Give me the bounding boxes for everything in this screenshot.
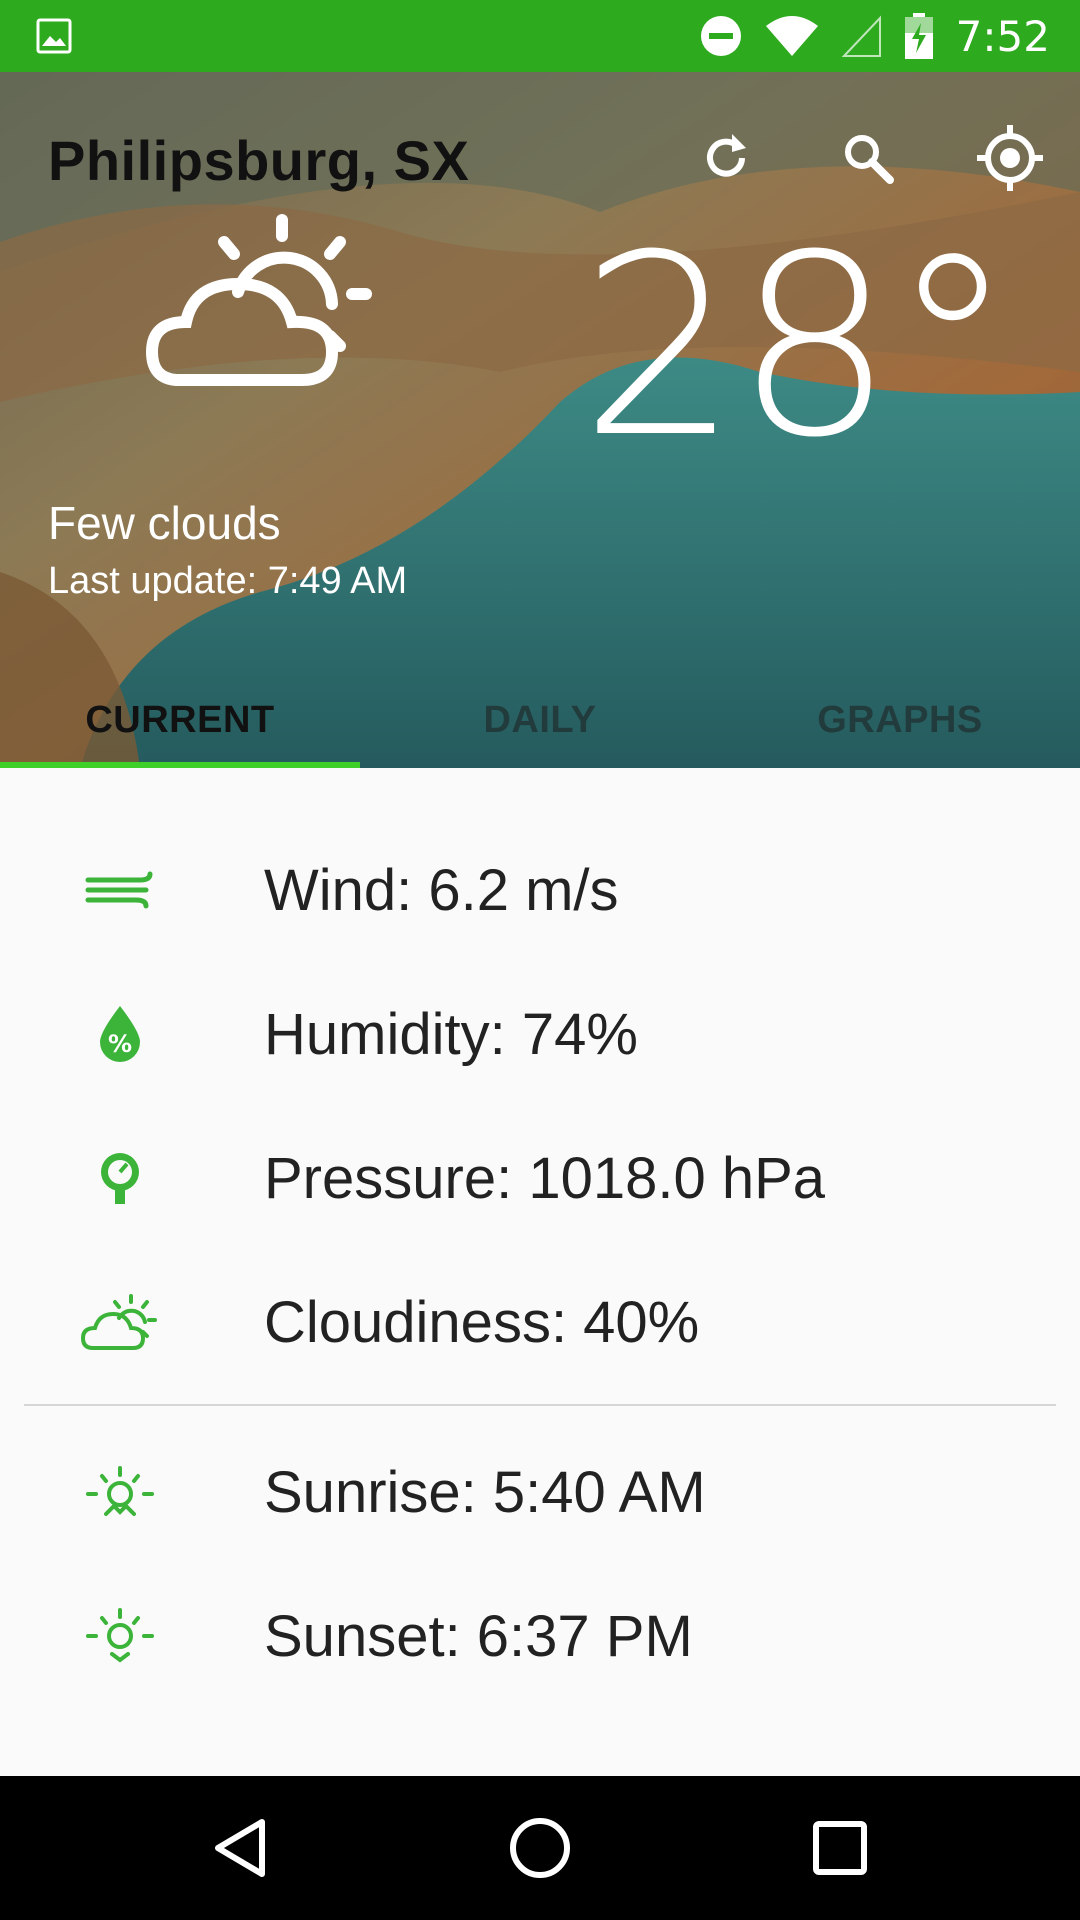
recents-button[interactable] bbox=[804, 1812, 876, 1884]
home-button[interactable] bbox=[504, 1812, 576, 1884]
back-icon bbox=[215, 1819, 265, 1877]
search-icon bbox=[845, 135, 894, 184]
sunset-row: Sunset: 6:37 PM bbox=[0, 1576, 1080, 1696]
svg-text:%: % bbox=[108, 1030, 132, 1058]
refresh-icon bbox=[707, 134, 746, 177]
cloudiness-icon bbox=[81, 1294, 157, 1350]
tab-current[interactable]: CURRENT bbox=[0, 672, 360, 768]
weather-header: Philipsburg, SX 28° Few clouds Last upda… bbox=[0, 72, 1080, 768]
pressure-row: Pressure: 1018.0 hPa bbox=[0, 1118, 1080, 1238]
home-icon bbox=[510, 1818, 570, 1878]
city-name: Philipsburg, SX bbox=[48, 129, 470, 192]
humidity-row: % Humidity: 74% bbox=[0, 974, 1080, 1094]
recents-icon bbox=[813, 1821, 867, 1875]
wind-icon bbox=[85, 871, 153, 909]
humidity-icon: % bbox=[100, 1006, 140, 1062]
cloudiness-value: Cloudiness: 40% bbox=[264, 1289, 700, 1355]
back-button[interactable] bbox=[204, 1812, 276, 1884]
status-bar: 7:52 bbox=[0, 0, 1080, 72]
cloudiness-row: Cloudiness: 40% bbox=[0, 1262, 1080, 1382]
header-actions bbox=[686, 118, 1050, 198]
search-button[interactable] bbox=[828, 118, 908, 198]
signal-icon bbox=[841, 15, 881, 57]
wind-row: Wind: 6.2 m/s bbox=[0, 830, 1080, 950]
tab-indicator bbox=[0, 762, 360, 768]
current-temperature: 28° bbox=[580, 201, 1015, 492]
image-notification-icon bbox=[36, 18, 72, 54]
tab-graphs[interactable]: GRAPHS bbox=[720, 672, 1080, 768]
tab-bar: CURRENT DAILY GRAPHS bbox=[0, 672, 1080, 768]
last-update: Last update: 7:49 AM bbox=[48, 560, 408, 602]
navigation-bar bbox=[0, 1776, 1080, 1920]
sunrise-icon bbox=[86, 1466, 154, 1516]
humidity-value: Humidity: 74% bbox=[264, 1001, 638, 1067]
battery-charging-icon bbox=[904, 13, 933, 59]
refresh-button[interactable] bbox=[686, 118, 766, 198]
wifi-icon bbox=[765, 16, 818, 56]
section-divider bbox=[24, 1404, 1056, 1406]
do-not-disturb-icon bbox=[700, 16, 741, 56]
weather-description: Few clouds bbox=[48, 497, 281, 549]
status-time: 7:52 bbox=[955, 11, 1050, 61]
wind-value: Wind: 6.2 m/s bbox=[264, 857, 619, 923]
partly-cloudy-icon bbox=[146, 214, 372, 386]
pressure-value: Pressure: 1018.0 hPa bbox=[264, 1145, 826, 1211]
sunrise-row: Sunrise: 5:40 AM bbox=[0, 1432, 1080, 1552]
sunrise-value: Sunrise: 5:40 AM bbox=[264, 1459, 706, 1525]
pressure-gauge-icon bbox=[101, 1153, 139, 1204]
location-icon bbox=[977, 125, 1043, 191]
tab-daily[interactable]: DAILY bbox=[360, 672, 720, 768]
sunset-value: Sunset: 6:37 PM bbox=[264, 1603, 693, 1669]
sunset-icon bbox=[86, 1608, 154, 1663]
location-button[interactable] bbox=[970, 118, 1050, 198]
